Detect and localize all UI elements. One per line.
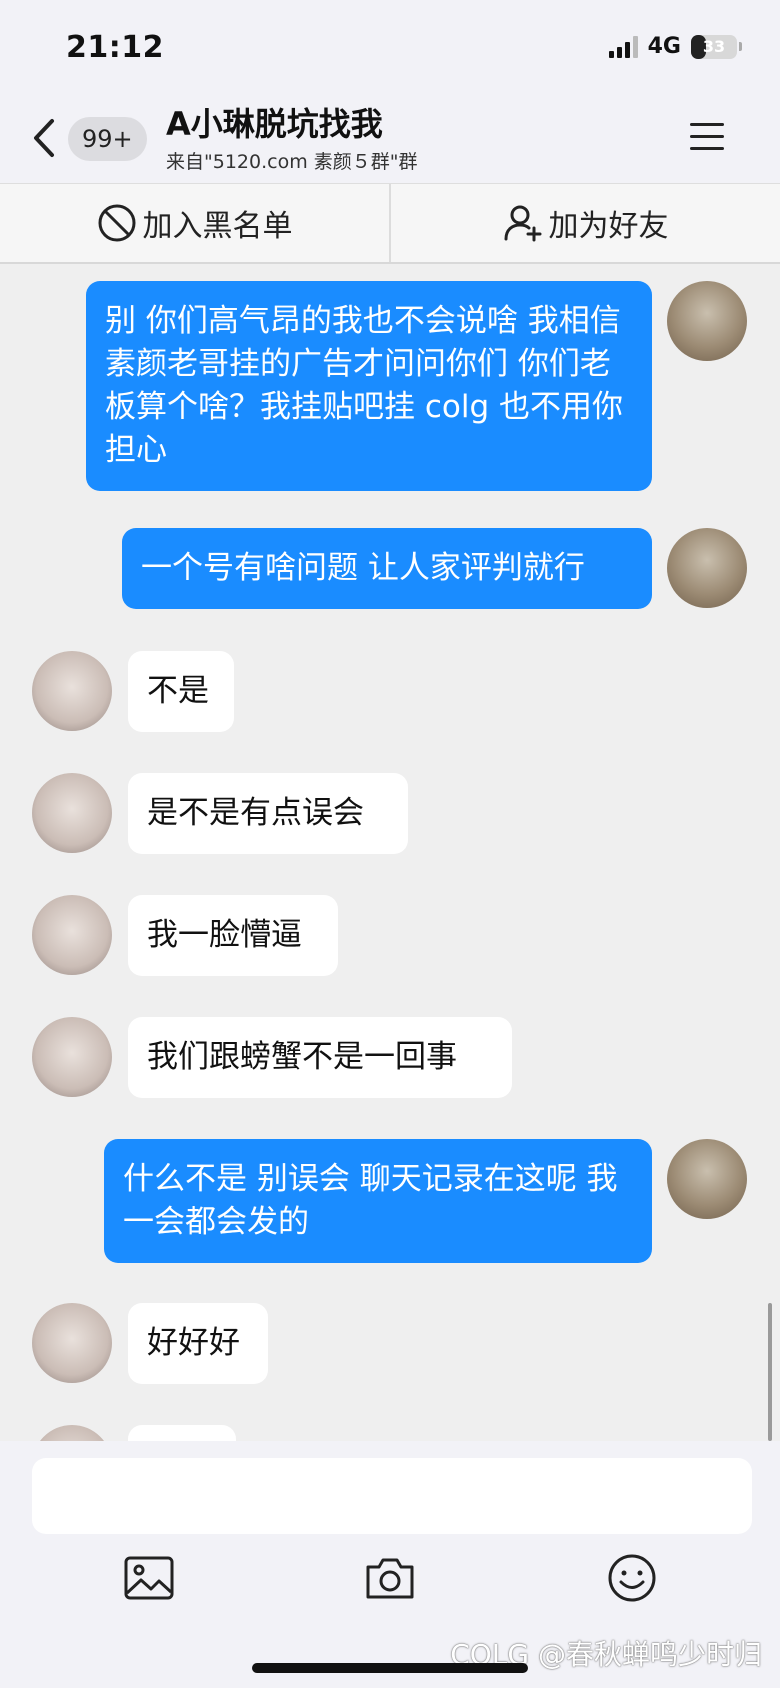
action-bar: 加入黑名单 加为好友 — [0, 183, 780, 264]
hamburger-icon-line — [690, 123, 724, 126]
emoji-icon — [608, 1554, 656, 1602]
avatar[interactable] — [32, 1425, 112, 1441]
avatar[interactable] — [32, 1017, 112, 1097]
avatar[interactable] — [667, 528, 747, 608]
message-bubble[interactable]: 是不是有点误会 — [128, 773, 408, 854]
message-bubble[interactable]: 我们跟螃蟹不是一回事 — [128, 1017, 512, 1098]
menu-button[interactable] — [690, 123, 724, 153]
image-icon — [124, 1556, 174, 1600]
status-time: 21:12 — [66, 30, 164, 65]
message-bubble[interactable]: 一个号有啥问题 让人家评判就行 — [122, 528, 652, 609]
battery-level: 33 — [702, 37, 726, 56]
avatar[interactable] — [32, 773, 112, 853]
chat-header: 99+ A小琳脱坑找我 来自"5120.com 素颜５群"群 — [0, 95, 780, 183]
status-indicators: 4G 33 — [608, 34, 742, 59]
message-bubble[interactable]: 好好好 — [128, 1303, 268, 1384]
camera-button[interactable] — [363, 1551, 417, 1605]
avatar[interactable] — [32, 1303, 112, 1383]
avatar[interactable] — [32, 651, 112, 731]
avatar[interactable] — [32, 895, 112, 975]
add-user-icon — [504, 205, 541, 242]
network-type: 4G — [647, 34, 681, 59]
add-friend-button[interactable]: 加为好友 — [389, 184, 780, 262]
chevron-left-icon — [34, 119, 54, 157]
avatar[interactable] — [667, 281, 747, 361]
blacklist-label: 加入黑名单 — [142, 209, 293, 244]
message-list[interactable]: 别 你们高气昂的我也不会说啥 我相信素颜老哥挂的广告才问问你们 你们老板算个啥？… — [0, 263, 780, 1441]
home-indicator[interactable] — [252, 1663, 528, 1673]
unread-badge[interactable]: 99+ — [68, 117, 147, 161]
avatar[interactable] — [667, 1139, 747, 1219]
hamburger-icon-line — [690, 147, 724, 150]
add-friend-label: 加为好友 — [548, 209, 669, 244]
message-bubble[interactable]: 什么不是 别误会 聊天记录在这呢 我一会都会发的 — [104, 1139, 652, 1263]
message-bubble[interactable]: 我一脸懵逼 — [128, 895, 338, 976]
emoji-button[interactable] — [605, 1551, 659, 1605]
message-input[interactable] — [32, 1458, 752, 1534]
scrollbar[interactable] — [768, 1303, 772, 1441]
message-bubble[interactable]: 不是 — [128, 651, 234, 732]
add-to-blacklist-button[interactable]: 加入黑名单 — [0, 184, 389, 262]
image-button[interactable] — [122, 1551, 176, 1605]
camera-icon — [366, 1558, 414, 1599]
hamburger-icon-line — [690, 135, 724, 138]
group-source-subtitle: 来自"5120.com 素颜５群"群 — [166, 151, 418, 173]
composer: COLG @春秋蝉鸣少时归 — [0, 1441, 780, 1688]
message-bubble[interactable]: 别 你们高气昂的我也不会说啥 我相信素颜老哥挂的广告才问问你们 你们老板算个啥？… — [86, 281, 652, 491]
message-bubble[interactable] — [128, 1425, 236, 1441]
page-title: A小琳脱坑找我 — [166, 105, 383, 143]
back-button[interactable] — [28, 113, 62, 163]
block-icon — [98, 204, 135, 242]
battery-tip — [739, 42, 742, 51]
signal-icon — [608, 35, 638, 58]
status-bar: 21:12 4G 33 — [0, 0, 780, 95]
battery-icon: 33 — [691, 34, 737, 59]
